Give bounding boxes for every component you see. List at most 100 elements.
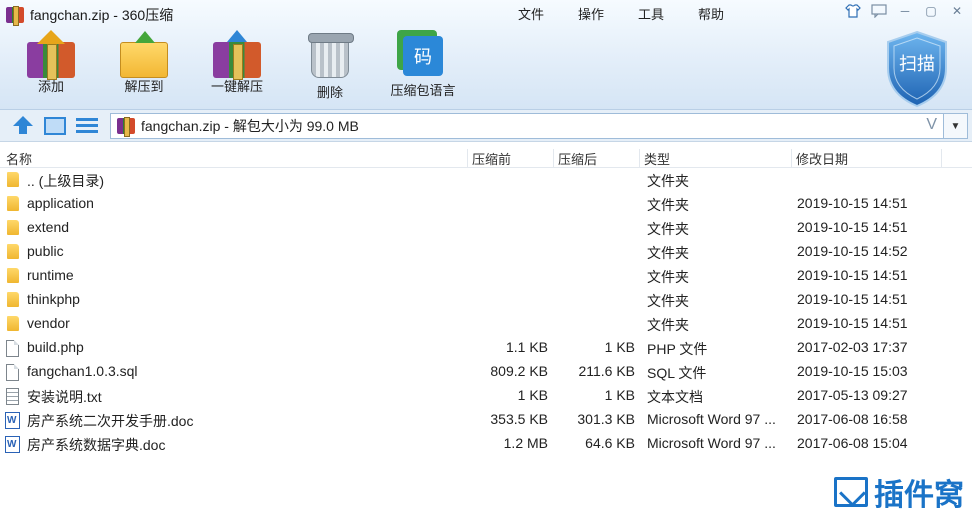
site-watermark: 插件窝 bbox=[834, 470, 964, 514]
folder-icon bbox=[7, 220, 19, 235]
zip-archive-icon bbox=[6, 6, 24, 26]
folder-icon bbox=[7, 172, 19, 187]
close-button[interactable]: ✕ bbox=[946, 2, 968, 20]
list-item[interactable]: thinkphp 文件夹 2019-10-15 14:51 bbox=[0, 288, 972, 312]
list-item[interactable]: build.php 1.1 KB 1 KB PHP 文件 2017-02-03 … bbox=[0, 336, 972, 360]
modified-date: 2019-10-15 15:03 bbox=[797, 363, 908, 379]
column-modified[interactable]: 修改日期 bbox=[796, 149, 942, 167]
list-item[interactable]: W 房产系统数据字典.doc 1.2 MB 64.6 KB Microsoft … bbox=[0, 432, 972, 456]
folder-icon bbox=[7, 196, 19, 211]
modified-date: 2019-10-15 14:51 bbox=[797, 219, 908, 235]
original-size: 1.2 MB bbox=[503, 435, 548, 451]
extract-to-label: 解压到 bbox=[124, 79, 164, 94]
add-archive-icon bbox=[27, 30, 75, 80]
list-item[interactable]: vendor 文件夹 2019-10-15 14:51 bbox=[0, 312, 972, 336]
comment-icon[interactable] bbox=[868, 2, 890, 20]
file-name: fangchan1.0.3.sql bbox=[27, 363, 138, 379]
archive-language-button[interactable]: 码 压缩包语言 bbox=[378, 36, 468, 99]
menu-help[interactable]: 帮助 bbox=[698, 4, 758, 23]
original-size: 353.5 KB bbox=[490, 411, 548, 427]
file-type: 文件夹 bbox=[647, 197, 689, 213]
modified-date: 2019-10-15 14:51 bbox=[797, 315, 908, 331]
one-click-extract-button[interactable]: 一键解压 bbox=[192, 30, 282, 95]
text-file-icon bbox=[6, 388, 19, 405]
menu-operation[interactable]: 操作 bbox=[578, 4, 638, 23]
file-name: public bbox=[27, 243, 64, 259]
watermark-text: 插件窝 bbox=[874, 479, 964, 512]
zip-archive-icon bbox=[117, 117, 135, 137]
column-name[interactable]: 名称 bbox=[6, 149, 468, 167]
file-type: 文件夹 bbox=[647, 269, 689, 285]
title-bar: fangchan.zip - 360压缩 bbox=[6, 4, 173, 26]
original-size: 1 KB bbox=[517, 387, 548, 403]
file-type: SQL 文件 bbox=[647, 365, 707, 381]
one-click-extract-icon bbox=[213, 30, 261, 80]
file-type: PHP 文件 bbox=[647, 341, 708, 357]
compressed-size: 211.6 KB bbox=[578, 363, 635, 379]
shield-icon: 扫描 bbox=[887, 30, 947, 108]
folder-icon bbox=[7, 244, 19, 259]
list-item[interactable]: public 文件夹 2019-10-15 14:52 bbox=[0, 240, 972, 264]
address-row: fangchan.zip - 解包大小为 99.0 MB V ▼ bbox=[0, 110, 972, 142]
folder-icon bbox=[7, 316, 19, 331]
file-name: 房产系统二次开发手册.doc bbox=[27, 413, 194, 429]
original-size: 809.2 KB bbox=[490, 363, 548, 379]
compressed-size: 64.6 KB bbox=[585, 435, 635, 451]
minimize-button[interactable]: ─ bbox=[894, 2, 916, 20]
compressed-size: 301.3 KB bbox=[577, 411, 635, 427]
thumbnail-view-icon[interactable] bbox=[44, 117, 66, 135]
file-type: Microsoft Word 97 ... bbox=[647, 411, 776, 427]
file-name: runtime bbox=[27, 267, 74, 283]
extract-to-button[interactable]: 解压到 bbox=[99, 31, 189, 95]
archive-language-label: 压缩包语言 bbox=[390, 83, 456, 98]
trash-icon bbox=[308, 33, 354, 78]
file-name: thinkphp bbox=[27, 291, 80, 307]
column-compressed-size[interactable]: 压缩后 bbox=[558, 149, 640, 167]
column-type[interactable]: 类型 bbox=[644, 149, 792, 167]
file-type: Microsoft Word 97 ... bbox=[647, 435, 776, 451]
menu-bar: 文件 操作 工具 帮助 bbox=[518, 4, 758, 23]
top-panel: fangchan.zip - 360压缩 文件 操作 工具 帮助 ─ ▢ ✕ 添… bbox=[0, 0, 972, 110]
file-icon bbox=[6, 340, 19, 357]
address-bar[interactable]: fangchan.zip - 解包大小为 99.0 MB V bbox=[110, 113, 944, 139]
verify-icon[interactable]: V bbox=[926, 116, 937, 134]
list-item[interactable]: W 房产系统二次开发手册.doc 353.5 KB 301.3 KB Micro… bbox=[0, 408, 972, 432]
shirt-icon[interactable] bbox=[842, 2, 864, 20]
list-item[interactable]: 安装说明.txt 1 KB 1 KB 文本文档 2017-05-13 09:27 bbox=[0, 384, 972, 408]
list-item[interactable]: fangchan1.0.3.sql 809.2 KB 211.6 KB SQL … bbox=[0, 360, 972, 384]
list-item[interactable]: .. (上级目录) 文件夹 bbox=[0, 168, 972, 192]
compressed-size: 1 KB bbox=[604, 387, 635, 403]
column-header: 名称 压缩前 压缩后 类型 修改日期 bbox=[0, 146, 972, 168]
menu-file[interactable]: 文件 bbox=[518, 4, 578, 23]
delete-button[interactable]: 删除 bbox=[285, 33, 375, 101]
word-document-icon: W bbox=[5, 436, 20, 453]
add-button[interactable]: 添加 bbox=[6, 30, 96, 95]
word-document-icon: W bbox=[5, 412, 20, 429]
menu-tools[interactable]: 工具 bbox=[638, 4, 698, 23]
file-name: extend bbox=[27, 219, 70, 235]
code-page-icon: 码 bbox=[403, 36, 443, 76]
list-view-icon[interactable] bbox=[76, 118, 98, 135]
file-list: .. (上级目录) 文件夹 application 文件夹 2019-10-15… bbox=[0, 168, 972, 456]
up-arrow-icon[interactable] bbox=[12, 116, 34, 136]
modified-date: 2019-10-15 14:52 bbox=[797, 243, 908, 259]
window-controls: ─ ▢ ✕ bbox=[842, 2, 968, 20]
folder-icon bbox=[7, 292, 19, 307]
column-original-size[interactable]: 压缩前 bbox=[472, 149, 554, 167]
window-title: fangchan.zip - 360压缩 bbox=[30, 7, 174, 23]
list-item[interactable]: application 文件夹 2019-10-15 14:51 bbox=[0, 192, 972, 216]
list-item[interactable]: extend 文件夹 2019-10-15 14:51 bbox=[0, 216, 972, 240]
list-item[interactable]: runtime 文件夹 2019-10-15 14:51 bbox=[0, 264, 972, 288]
modified-date: 2017-06-08 15:04 bbox=[797, 435, 908, 451]
file-name: vendor bbox=[27, 315, 70, 331]
file-name: application bbox=[27, 195, 94, 211]
file-name: 安装说明.txt bbox=[27, 389, 102, 405]
file-type: 文本文档 bbox=[647, 389, 703, 405]
modified-date: 2019-10-15 14:51 bbox=[797, 291, 908, 307]
modified-date: 2017-02-03 17:37 bbox=[797, 339, 908, 355]
restore-button[interactable]: ▢ bbox=[920, 2, 942, 20]
modified-date: 2019-10-15 14:51 bbox=[797, 195, 908, 211]
scan-button[interactable]: 扫描 bbox=[884, 30, 950, 108]
address-dropdown-button[interactable]: ▼ bbox=[944, 113, 968, 139]
modified-date: 2019-10-15 14:51 bbox=[797, 267, 908, 283]
